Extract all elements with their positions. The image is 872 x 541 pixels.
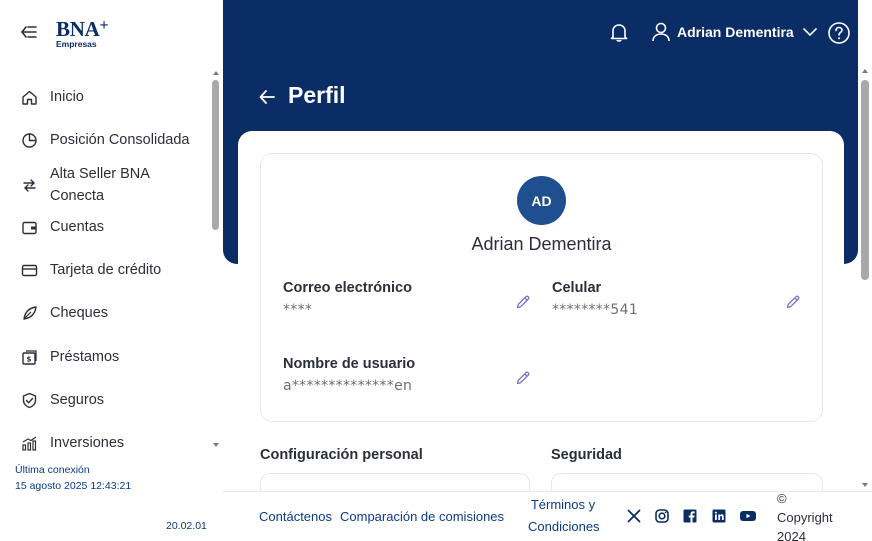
credit-card-icon <box>21 264 38 276</box>
contact-link[interactable]: Contáctenos <box>259 506 332 528</box>
sidebar-scroll-up-icon[interactable] <box>211 68 221 78</box>
home-icon <box>22 90 37 105</box>
copyright-symbol: © <box>777 491 787 506</box>
sidebar-item-label: Inicio <box>50 89 84 105</box>
back-arrow-icon[interactable] <box>258 88 276 106</box>
brand-sub: Empresas <box>56 39 97 49</box>
help-icon[interactable] <box>827 21 851 45</box>
user-menu[interactable]: Adrian Dementira <box>651 21 818 43</box>
username-label: Nombre de usuario <box>283 356 416 372</box>
sidebar-item-label: Posición Consolidada <box>50 132 190 148</box>
feather-icon <box>23 305 37 320</box>
sidebar-item-cheques[interactable]: Cheques <box>0 293 210 333</box>
footer: Contáctenos Comparación de comisiones Té… <box>223 491 872 541</box>
main-content: Adrian Dementira Perfil AD Adrian Dement… <box>223 0 872 541</box>
loan-icon: $ <box>22 349 37 365</box>
edit-username-pencil-icon[interactable] <box>515 370 531 386</box>
sidebar-item-posicion-consolidada[interactable]: Posición Consolidada <box>0 120 210 160</box>
main-scroll-up-icon[interactable] <box>860 66 870 76</box>
terms-link[interactable]: Términos y Condiciones <box>528 494 600 538</box>
phone-field: Celular ********541 <box>552 280 638 318</box>
x-twitter-icon[interactable] <box>626 508 642 524</box>
phone-value: ********541 <box>552 302 639 318</box>
youtube-icon[interactable] <box>739 508 757 524</box>
copyright: © Copyright 2024 <box>777 489 833 541</box>
transfer-arrows-icon <box>23 178 36 192</box>
last-connection-label: Última conexión <box>15 464 90 476</box>
profile-card: AD Adrian Dementira Correo electrónico *… <box>238 131 844 541</box>
personal-settings-title: Configuración personal <box>260 447 423 463</box>
linkedin-icon[interactable] <box>711 508 727 524</box>
instagram-icon[interactable] <box>654 508 670 524</box>
wallet-icon <box>22 221 37 234</box>
brand-name: BNA <box>56 17 100 41</box>
sidebar-item-alta-seller[interactable]: Alta Seller BNA Conecta <box>0 163 210 207</box>
phone-label: Celular <box>552 280 602 296</box>
sidebar-item-label: Préstamos <box>50 349 120 365</box>
email-label: Correo electrónico <box>283 280 412 296</box>
sidebar-item-label: Alta Seller BNA Conecta <box>50 166 150 204</box>
investments-chart-icon <box>22 436 37 451</box>
shield-check-icon <box>22 392 37 408</box>
user-icon <box>652 22 670 42</box>
sidebar-scroll-down-icon[interactable] <box>211 440 221 450</box>
app-version: 20.02.01 <box>166 520 207 532</box>
email-value: **** <box>283 302 313 318</box>
profile-details-box: AD Adrian Dementira Correo electrónico *… <box>260 153 823 422</box>
avatar: AD <box>517 176 566 225</box>
sidebar-item-tarjeta-credito[interactable]: Tarjeta de crédito <box>0 250 210 290</box>
terms-line1: Términos y <box>530 497 596 512</box>
edit-email-pencil-icon[interactable] <box>515 294 531 310</box>
sidebar-item-seguros[interactable]: Seguros <box>0 380 210 420</box>
sidebar-item-prestamos[interactable]: $ Préstamos <box>0 337 210 377</box>
copyright-year: 2024 <box>777 529 806 541</box>
brand-plus: + <box>99 17 109 34</box>
last-connection: Última conexión 15 agosto 2025 12:43:21 <box>15 462 131 494</box>
username-value: a**************en <box>283 378 413 394</box>
sidebar: BNA+ Empresas Inicio Posición Consolidad… <box>0 0 223 541</box>
fee-comparison-link[interactable]: Comparación de comisiones <box>340 506 504 528</box>
sidebar-item-inicio[interactable]: Inicio <box>0 77 210 117</box>
sidebar-item-cuentas[interactable]: Cuentas <box>0 207 210 247</box>
collapse-menu-icon[interactable] <box>20 24 38 40</box>
sidebar-item-label: Cheques <box>50 305 109 321</box>
user-name: Adrian Dementira <box>677 24 794 40</box>
profile-full-name: Adrian Dementira <box>471 234 612 254</box>
sidebar-item-inversiones[interactable]: Inversiones <box>0 423 210 463</box>
last-connection-value: 15 agosto 2025 12:43:21 <box>15 480 132 492</box>
email-field: Correo electrónico **** <box>283 280 412 318</box>
sidebar-item-label: Seguros <box>50 392 105 408</box>
sidebar-item-label: Tarjeta de crédito <box>50 262 162 278</box>
username-field: Nombre de usuario a**************en <box>283 356 415 394</box>
chevron-down-icon <box>802 28 817 37</box>
sidebar-item-label: Inversiones <box>50 435 125 451</box>
brand-logo[interactable]: BNA+ Empresas <box>56 16 109 49</box>
pie-chart-icon <box>22 132 37 148</box>
terms-line2: Condiciones <box>528 519 600 534</box>
sidebar-scrollbar-thumb[interactable] <box>212 80 219 230</box>
copyright-word: Copyright <box>777 510 833 525</box>
main-scrollbar-thumb[interactable] <box>861 80 869 280</box>
main-scroll-down-icon[interactable] <box>860 480 870 490</box>
edit-phone-pencil-icon[interactable] <box>785 294 801 310</box>
page-title: Perfil <box>288 82 346 108</box>
sidebar-item-label: Cuentas <box>50 219 105 235</box>
bell-icon[interactable] <box>608 21 630 43</box>
facebook-icon[interactable] <box>682 508 698 524</box>
security-title: Seguridad <box>551 447 622 463</box>
svg-text:$: $ <box>27 355 32 363</box>
